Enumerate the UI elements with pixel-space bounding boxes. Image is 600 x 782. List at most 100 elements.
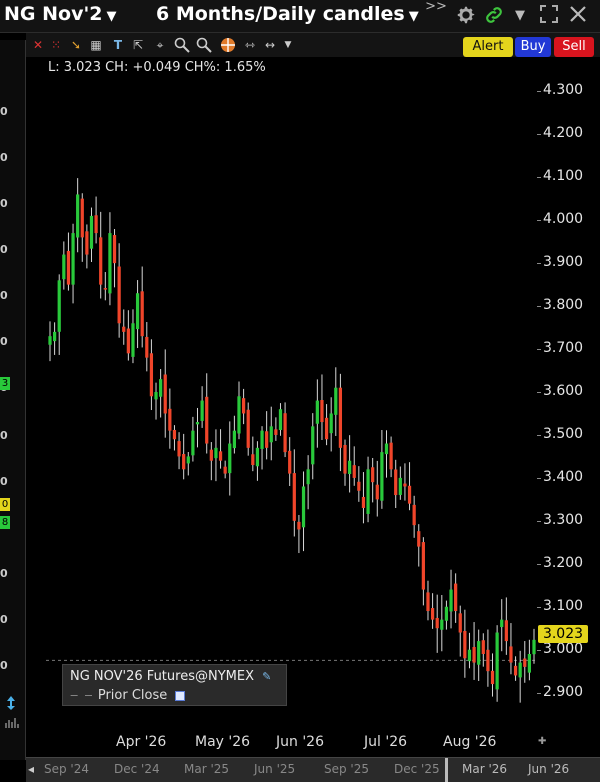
x-tick-label: Aug '26 [443, 734, 497, 750]
candle [532, 639, 536, 655]
chevron-down-icon[interactable]: ▼ [280, 37, 296, 53]
candle [430, 608, 435, 620]
x-tick-label: Jun '26 [276, 734, 324, 750]
candlestick-chart[interactable] [26, 57, 536, 727]
strip-number: 0 [0, 105, 8, 118]
candle [186, 456, 190, 464]
gear-icon[interactable] [454, 4, 478, 28]
maximize-icon[interactable] [537, 4, 561, 28]
target-icon[interactable] [220, 37, 236, 53]
candle [352, 465, 356, 478]
volume-bars-icon[interactable] [4, 713, 20, 728]
candle [490, 670, 495, 685]
nav-label: Dec '24 [114, 762, 160, 776]
candle [80, 198, 84, 238]
navigator-handle-left[interactable] [445, 758, 448, 782]
drawing-toolbar: ✕ ⁙ ➘ ▦ T ⇱ ⌖ ⇿ ↔ ▼ [26, 33, 600, 57]
dashed-line-icon: ‒ ‒ [70, 688, 94, 703]
x-tick-label: Jul '26 [364, 734, 408, 750]
grid-icon[interactable]: ▦ [88, 37, 104, 53]
y-tick-mark [537, 563, 541, 565]
y-tick-label: 3.200 [543, 554, 584, 571]
prior-close-checkbox[interactable] [175, 690, 186, 701]
annotation-icon[interactable]: ⌖ [152, 37, 168, 53]
y-tick-label: 4.300 [543, 82, 584, 99]
left-price-strip: 0 0 0 0 0 0 0 3 0 0 0 8 0 0 0 [0, 40, 26, 760]
link-icon[interactable] [482, 4, 506, 28]
candle [214, 447, 218, 459]
scroll-arrows-icon[interactable] [5, 695, 17, 710]
edit-pencil-icon[interactable]: ✎ [262, 670, 271, 683]
expand-horizontal-icon[interactable]: ↔ [262, 37, 278, 53]
y-tick-label: 3.500 [543, 425, 584, 442]
candle [76, 194, 80, 238]
candle [255, 447, 260, 467]
zoom-in-icon[interactable] [174, 37, 190, 53]
sell-button[interactable]: Sell [554, 37, 594, 57]
alert-button[interactable]: Alert [463, 37, 513, 57]
candle [375, 484, 379, 500]
candle [172, 429, 177, 440]
candle [315, 400, 319, 424]
candle [232, 430, 236, 449]
candle [241, 398, 246, 414]
y-tick-mark [537, 649, 541, 651]
candle [209, 449, 213, 461]
y-tick-mark [537, 134, 541, 136]
candle [435, 617, 439, 629]
candle [518, 662, 522, 678]
candle [412, 504, 416, 526]
candle [527, 653, 532, 673]
candle [89, 215, 94, 249]
y-tick-mark [537, 520, 541, 522]
text-tool-icon[interactable]: T [110, 37, 126, 53]
y-tick-mark [537, 220, 541, 222]
y-tick-label: 3.600 [543, 383, 584, 399]
candle [94, 215, 98, 234]
scroll-left-icon[interactable]: ◂ [28, 762, 34, 776]
candle [444, 606, 449, 621]
candle [371, 467, 375, 483]
legend-box[interactable]: NG NOV'26 Futures@NYMEX ✎ ‒ ‒ Prior Clos… [62, 664, 287, 706]
candle [251, 454, 255, 466]
buy-button[interactable]: Buy [515, 37, 551, 57]
symbol-selector[interactable]: NG Nov'2 ▼ [4, 3, 117, 25]
pointer-icon[interactable]: ➘ [68, 37, 84, 53]
nav-label: Mar '25 [184, 762, 230, 776]
candle [324, 417, 329, 440]
candle [421, 542, 425, 590]
candle [380, 452, 384, 501]
nav-label: Dec '25 [394, 762, 440, 776]
y-tick-label: 3.700 [543, 340, 584, 357]
candle [504, 620, 508, 642]
y-tick-mark [537, 606, 541, 608]
y-tick-mark [537, 392, 541, 393]
chevron-down-icon[interactable]: ▼ [508, 4, 532, 28]
close-icon[interactable] [566, 4, 590, 28]
candle [486, 649, 490, 672]
candle [509, 646, 513, 663]
strip-number: 0 [0, 289, 8, 302]
candle [195, 422, 200, 425]
candle [108, 233, 112, 294]
time-navigator[interactable]: ◂ Sep '24 Dec '24 Mar '25 Jun '25 Sep '2… [26, 757, 600, 782]
strip-number: 0 [0, 567, 8, 580]
timeframe-selector[interactable]: 6 Months/Daily candles ▼ [156, 3, 419, 25]
zoom-out-icon[interactable] [196, 37, 212, 53]
scatter-icon[interactable]: ⁙ [48, 37, 64, 53]
axis-crosshair-icon[interactable]: ✚ [538, 736, 546, 747]
cursor-icon[interactable]: ⇱ [130, 37, 146, 53]
nav-label: Jun '26 [528, 762, 570, 776]
candle [348, 460, 352, 475]
candle [513, 665, 518, 676]
strip-number: 0 [0, 429, 8, 442]
candle [274, 429, 278, 435]
candle [278, 409, 283, 431]
y-tick-mark [537, 477, 541, 479]
candle [361, 496, 366, 508]
y-tick-label: 3.000 [543, 640, 584, 657]
crosshair-delete-icon[interactable]: ✕ [30, 37, 46, 53]
more-tools-icon[interactable]: >> [424, 0, 448, 24]
candle [223, 466, 227, 474]
pan-horizontal-icon[interactable]: ⇿ [242, 37, 258, 53]
